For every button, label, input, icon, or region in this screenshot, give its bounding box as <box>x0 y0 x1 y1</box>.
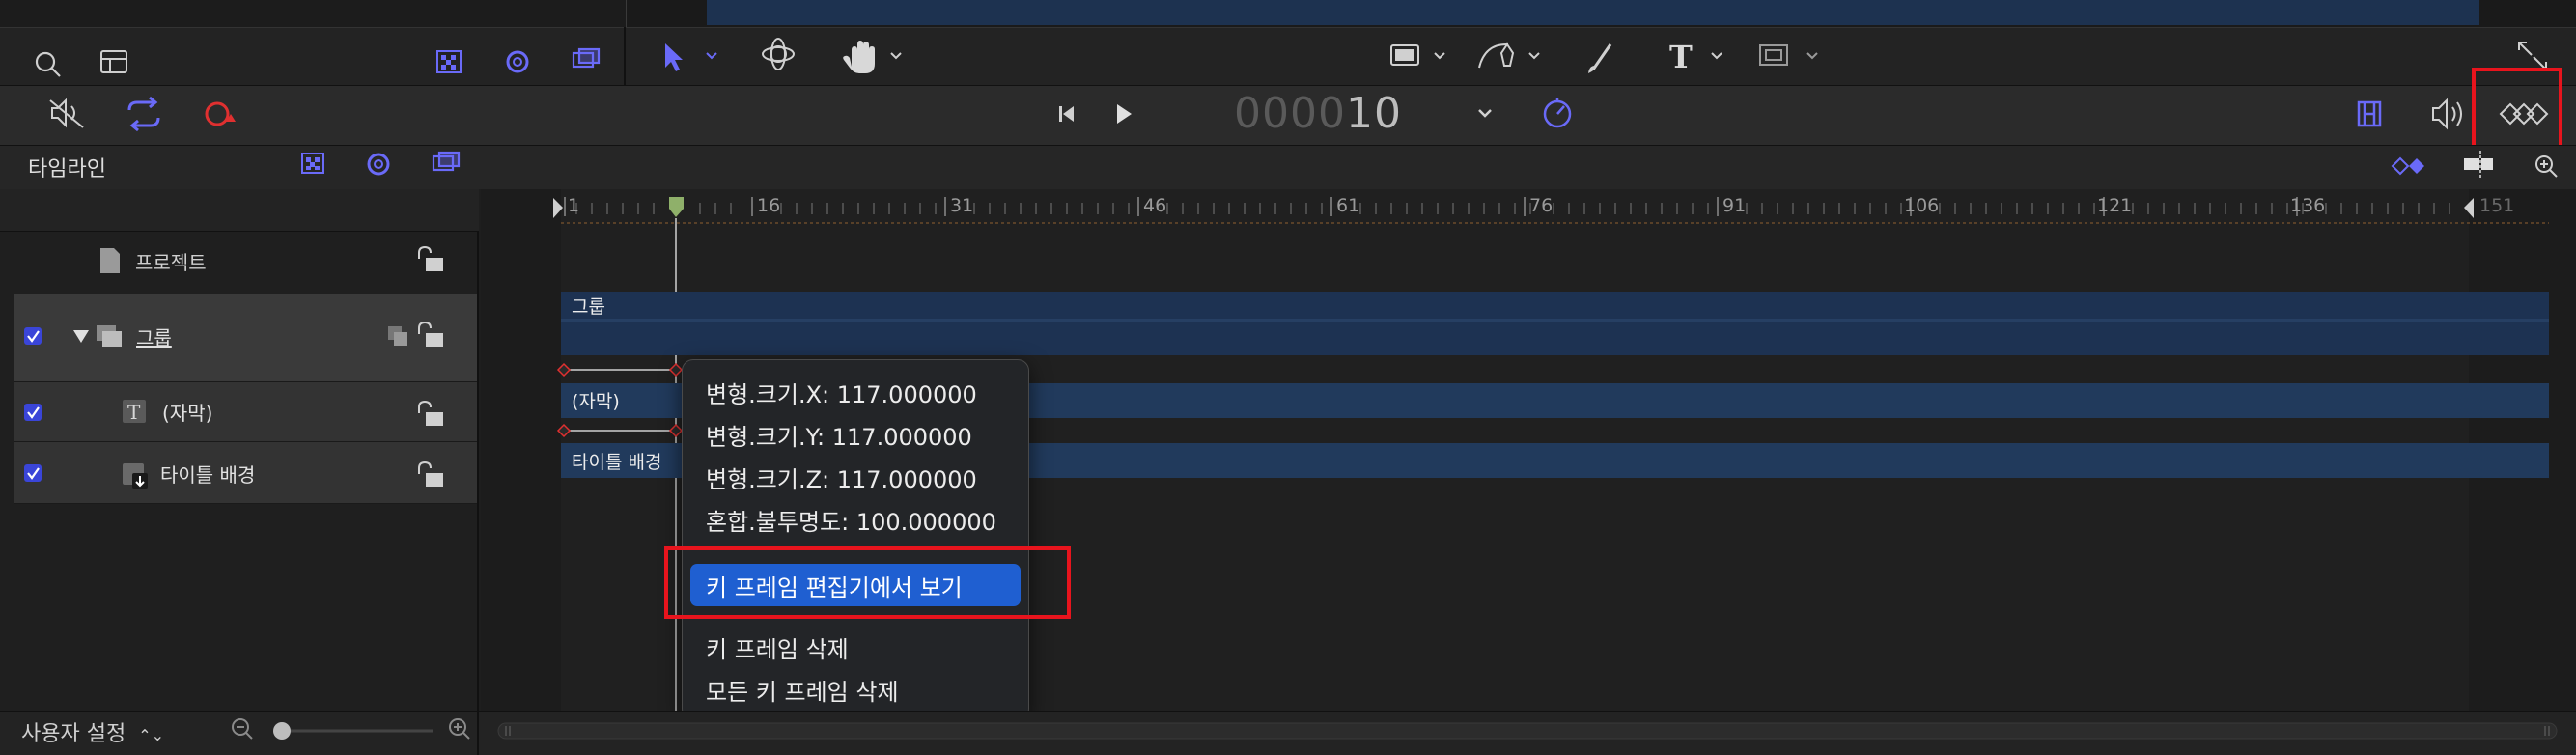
footer-controls <box>232 718 2558 740</box>
timeline-scrollbar[interactable] <box>497 722 2558 740</box>
zoom-out-icon[interactable] <box>232 718 253 740</box>
zoom-slider-thumb[interactable] <box>273 722 291 740</box>
zoom-in-icon[interactable] <box>449 718 470 740</box>
